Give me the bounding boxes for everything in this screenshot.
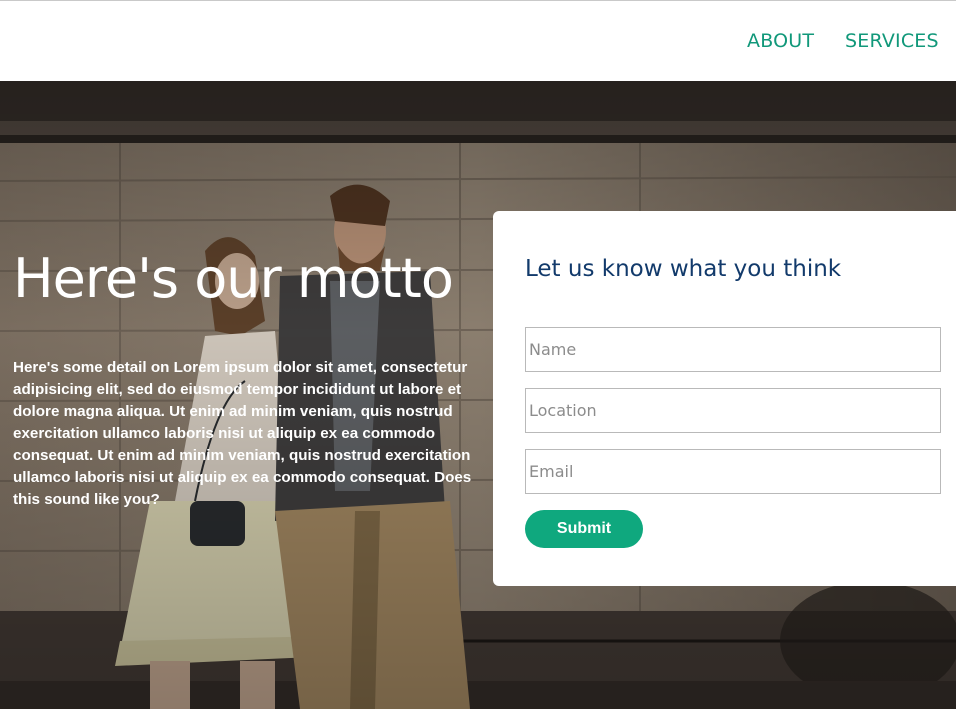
site-header: ABOUT SERVICES	[0, 1, 956, 81]
name-input[interactable]	[525, 327, 941, 372]
nav-link-about[interactable]: ABOUT	[747, 30, 814, 52]
nav-link-services[interactable]: SERVICES	[845, 30, 939, 52]
feedback-form: Let us know what you think Submit	[493, 211, 956, 586]
email-input[interactable]	[525, 449, 941, 494]
form-title: Let us know what you think	[525, 256, 842, 282]
location-input[interactable]	[525, 388, 941, 433]
hero-title: Here's our motto	[13, 247, 454, 310]
hero-detail-text: Here's some detail on Lorem ipsum dolor …	[13, 359, 472, 508]
submit-button[interactable]: Submit	[525, 510, 643, 548]
